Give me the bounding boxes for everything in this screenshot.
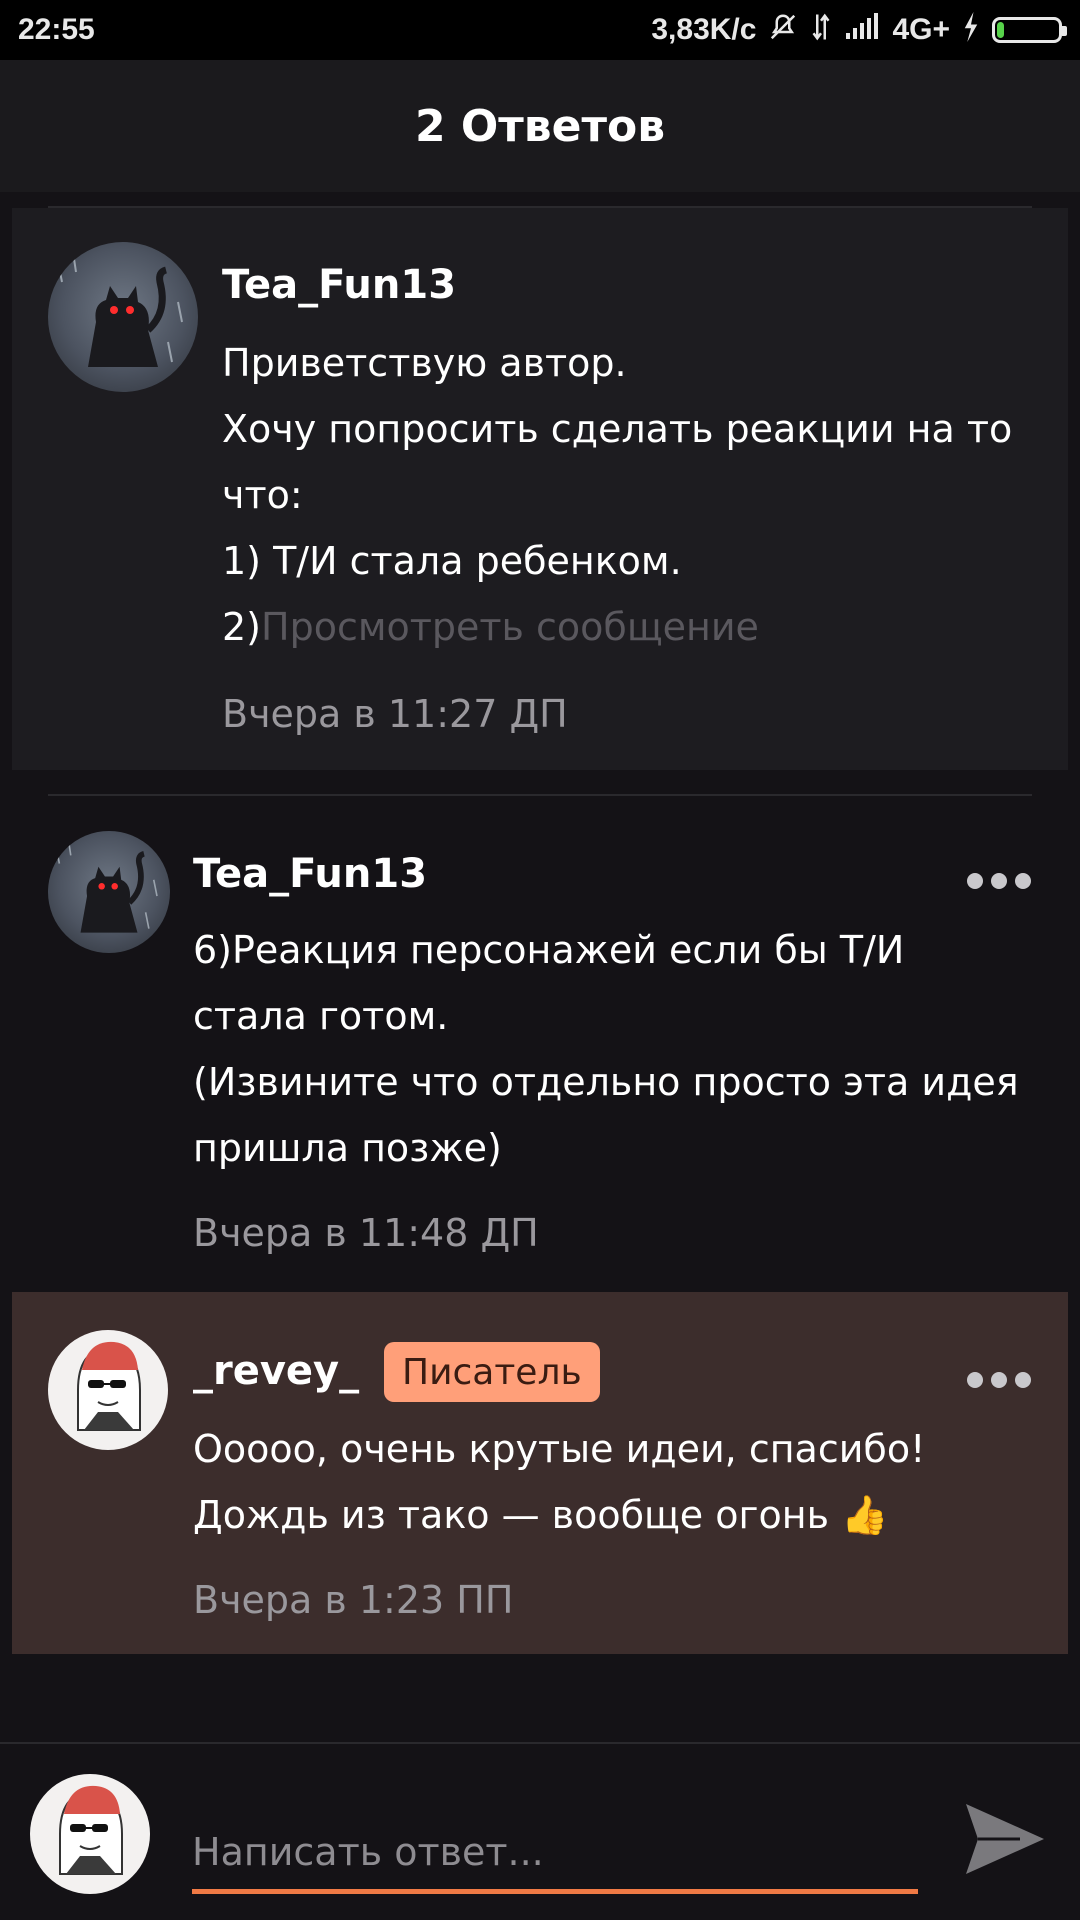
reply-item: Tea_Fun13 6)Реакция персонажей если бы Т…	[12, 795, 1068, 1291]
reply-username[interactable]: Tea_Fun13	[193, 851, 427, 897]
reply-username[interactable]: _revey_	[193, 1348, 359, 1394]
reply-text: 6)Реакция персонажей если бы Т/И стала г…	[193, 928, 1019, 1170]
send-icon[interactable]	[960, 1794, 1050, 1884]
reply-text: Ооооо, очень крутые идеи, спасибо! Дождь…	[193, 1427, 926, 1537]
status-time: 22:55	[18, 13, 95, 46]
more-options-icon[interactable]	[967, 1372, 1031, 1388]
comment-username[interactable]: Tea_Fun13	[222, 262, 456, 308]
signal-icon	[844, 12, 880, 48]
view-message-link[interactable]: Просмотреть сообщение	[261, 605, 759, 649]
status-indicators: 3,83K/c 4G+	[651, 11, 1067, 49]
parent-comment: Tea_Fun13 Приветствую автор. Хочу попрос…	[12, 208, 1068, 770]
reply-item-author: _revey_ Писатель Ооооо, очень крутые иде…	[12, 1292, 1068, 1654]
girl-image	[59, 1785, 123, 1875]
data-arrows-icon	[810, 12, 832, 49]
avatar[interactable]	[48, 831, 170, 953]
status-bar: 22:55 3,83K/c 4G+	[0, 0, 1080, 60]
bell-muted-icon	[768, 12, 798, 49]
comment-time: Вчера в 11:27 ДП	[222, 692, 568, 736]
my-avatar	[30, 1774, 150, 1894]
comment-text: Приветствую автор. Хочу попросить сделат…	[222, 330, 1052, 660]
more-options-icon[interactable]	[967, 873, 1031, 889]
comment-text-body: Приветствую автор. Хочу попросить сделат…	[222, 341, 1013, 649]
charging-icon	[962, 11, 980, 49]
header: 2 Ответов	[0, 60, 1080, 192]
battery-fill	[997, 22, 1005, 38]
cat-image	[57, 251, 183, 367]
reply-input[interactable]	[192, 1824, 918, 1894]
reply-bar	[0, 1742, 1080, 1920]
page-title: 2 Ответов	[414, 100, 666, 152]
reply-time: Вчера в 11:48 ДП	[193, 1211, 539, 1255]
writer-badge: Писатель	[384, 1342, 600, 1402]
network-type: 4G+	[892, 13, 950, 46]
girl-image	[77, 1341, 141, 1431]
battery-icon	[992, 17, 1067, 43]
network-speed: 3,83K/c	[651, 13, 757, 46]
reply-time: Вчера в 1:23 ПП	[193, 1578, 514, 1622]
avatar[interactable]	[48, 242, 198, 392]
avatar[interactable]	[48, 1330, 168, 1450]
cat-image	[55, 839, 158, 933]
